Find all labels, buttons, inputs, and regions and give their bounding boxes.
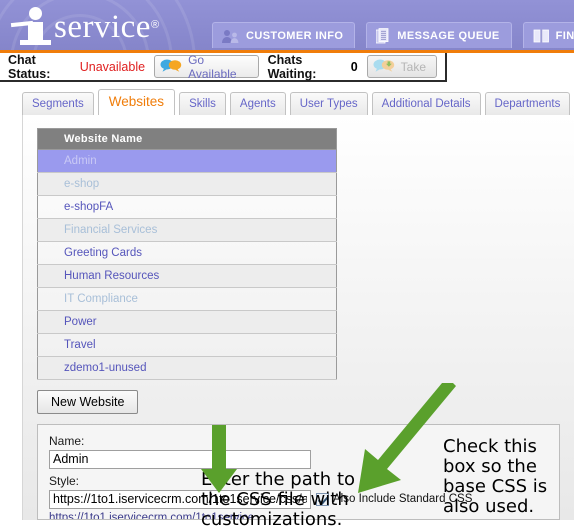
standard-css-checkbox[interactable] <box>316 492 329 506</box>
table-row[interactable]: Travel <box>37 333 337 357</box>
website-table-body: Admin e-shop e-shopFA Financial Services… <box>37 149 337 380</box>
new-website-button[interactable]: New Website <box>37 389 139 414</box>
website-name-cell: zdemo1-unused <box>37 356 337 380</box>
tab-user-types[interactable]: User Types <box>289 92 368 115</box>
tab-segments[interactable]: Segments <box>22 92 94 115</box>
tab-websites-label: Websites <box>108 94 165 109</box>
tab-departments-label: Departments <box>494 98 561 111</box>
website-name-cell: IT Compliance <box>37 287 337 311</box>
chats-waiting-label: Chats Waiting: <box>267 52 317 81</box>
website-name-cell: Human Resources <box>37 264 337 288</box>
name-input[interactable] <box>49 449 311 469</box>
table-row[interactable]: Power <box>37 310 337 334</box>
table-header-row: Website Name <box>37 128 337 150</box>
website-name-cell: Travel <box>37 333 337 357</box>
go-available-label: Go Available <box>188 52 237 81</box>
websites-panel: Website Name Admin e-shop e-shopFA Finan… <box>22 114 574 530</box>
documents-icon <box>376 27 391 44</box>
primary-nav: CUSTOMER INFO MESSAGE QUEUE FIN <box>212 22 574 48</box>
tab-skills-label: Skills <box>189 98 216 111</box>
app-header: service ® CUSTOMER INFO MESSAGE QUEUE FI… <box>0 0 574 50</box>
tab-segments-label: Segments <box>32 98 84 111</box>
website-name-cell: Power <box>37 310 337 334</box>
table-row[interactable]: Admin <box>37 149 337 173</box>
take-chat-label: Take <box>400 59 426 74</box>
nav-find-a-label: FIND A <box>555 29 574 42</box>
column-header-website-name: Website Name <box>37 128 337 150</box>
website-table: Website Name Admin e-shop e-shopFA Finan… <box>37 127 337 380</box>
tab-websites[interactable]: Websites <box>97 89 176 115</box>
book-icon <box>533 29 550 43</box>
website-name-cell: Financial Services <box>37 218 337 242</box>
nav-message-queue[interactable]: MESSAGE QUEUE <box>366 22 512 48</box>
tab-departments[interactable]: Departments <box>484 92 571 115</box>
chat-bubbles-icon <box>160 58 182 75</box>
registered-mark: ® <box>150 19 160 31</box>
go-available-button[interactable]: Go Available <box>154 52 259 81</box>
tab-additional-details-label: Additional Details <box>381 98 471 111</box>
tab-list: Segments Websites Skills Agents User Typ… <box>22 89 574 115</box>
website-name-cell: Admin <box>37 149 337 173</box>
logo-person-icon <box>10 3 56 47</box>
style-url-input[interactable] <box>49 489 311 509</box>
name-field-label: Name: <box>49 433 85 448</box>
website-detail-form: Name: Style: Also Include Standard CSS h… <box>37 423 560 520</box>
chat-status-value: Unavailable <box>79 59 146 74</box>
table-row[interactable]: e-shopFA <box>37 195 337 219</box>
standard-css-checkbox-row[interactable]: Also Include Standard CSS <box>316 492 473 506</box>
tab-agents-label: Agents <box>239 98 276 111</box>
chats-waiting-count: 0 <box>350 59 358 74</box>
website-name-cell: e-shop <box>37 172 337 196</box>
nav-customer-info[interactable]: CUSTOMER INFO <box>212 22 356 48</box>
logo-wordmark: service <box>54 8 151 45</box>
nav-find-a[interactable]: FIND A <box>522 22 574 48</box>
chat-bubbles-disabled-icon <box>373 58 395 75</box>
table-row[interactable]: e-shop <box>37 172 337 196</box>
settings-tab-bar: Segments Websites Skills Agents User Typ… <box>0 82 574 115</box>
table-row[interactable]: zdemo1-unused <box>37 356 337 380</box>
nav-customer-info-label: CUSTOMER INFO <box>246 29 344 42</box>
tab-additional-details[interactable]: Additional Details <box>371 92 481 115</box>
tab-agents[interactable]: Agents <box>229 92 286 115</box>
tab-user-types-label: User Types <box>299 98 358 111</box>
people-icon <box>222 29 240 43</box>
table-row[interactable]: Human Resources <box>37 264 337 288</box>
table-row[interactable]: IT Compliance <box>37 287 337 311</box>
take-chat-button[interactable]: Take <box>366 55 437 78</box>
chat-status-bar: Chat Status: Unavailable Go Available Ch… <box>0 53 447 82</box>
iservice-logo[interactable]: service ® <box>10 2 160 48</box>
website-name-cell: e-shopFA <box>37 195 337 219</box>
table-row[interactable]: Financial Services <box>37 218 337 242</box>
tab-skills[interactable]: Skills <box>179 92 226 115</box>
standard-css-checkbox-label: Also Include Standard CSS <box>333 493 473 506</box>
table-row[interactable]: Greeting Cards <box>37 241 337 265</box>
nav-message-queue-label: MESSAGE QUEUE <box>397 29 500 42</box>
style-field-label: Style: <box>49 473 80 488</box>
chat-status-label: Chat Status: <box>8 52 51 81</box>
website-name-cell: Greeting Cards <box>37 241 337 265</box>
